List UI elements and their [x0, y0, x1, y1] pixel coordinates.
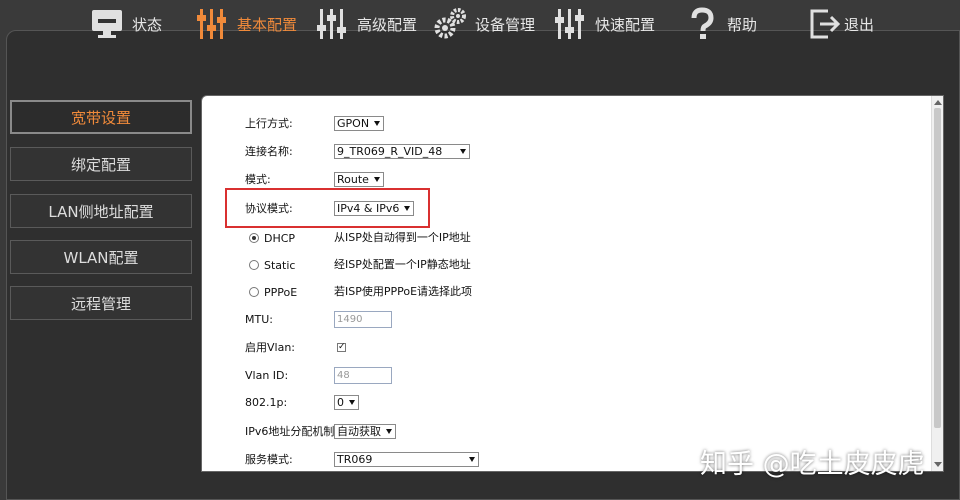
dropdown-arrow-icon: [349, 400, 355, 405]
sidebar-item-broadband[interactable]: 宽带设置: [10, 100, 192, 134]
exit-icon: [810, 9, 841, 39]
sidebar-item-wlan[interactable]: WLAN配置: [10, 240, 192, 274]
static-label: Static: [264, 258, 296, 272]
nav-quick-label: 快速配置: [595, 15, 656, 34]
vlan-id-label: Vlan ID:: [245, 369, 289, 382]
radio-icon: [249, 287, 259, 297]
sidebar-item-remote[interactable]: 远程管理: [10, 286, 192, 320]
sliders-icon: [555, 9, 584, 39]
nav-logout-label: 退出: [844, 15, 875, 34]
service-value: TR069: [337, 453, 373, 466]
sidebar-item-lan[interactable]: LAN侧地址配置: [10, 194, 192, 228]
nav-advanced-label: 高级配置: [357, 15, 418, 34]
sidebar-item-label: 绑定配置: [70, 155, 131, 174]
p8021-label: 802.1p:: [245, 396, 288, 409]
conn-label: 连接名称:: [245, 145, 293, 158]
static-radio[interactable]: Static: [249, 258, 295, 272]
ipv6-alloc-label: IPv6地址分配机制:: [245, 425, 339, 438]
ipv6-alloc-select[interactable]: 自动获取: [334, 424, 396, 439]
gears-icon: [434, 8, 466, 39]
sliders-icon: [197, 9, 226, 39]
sidebar-item-label: LAN侧地址配置: [48, 202, 154, 221]
dropdown-arrow-icon: [460, 149, 466, 154]
mtu-input[interactable]: 1490: [334, 311, 392, 328]
pppoe-radio[interactable]: PPPoE: [249, 285, 297, 299]
conn-select[interactable]: 9_TR069_R_VID_48: [334, 144, 470, 159]
uplink-select[interactable]: GPON: [334, 116, 385, 131]
mode-value: Route: [337, 173, 369, 186]
nav-basic[interactable]: 基本配置: [195, 6, 297, 42]
sidebar-item-binding[interactable]: 绑定配置: [10, 147, 192, 181]
highlight-box: [225, 188, 430, 228]
service-label: 服务模式:: [245, 453, 293, 466]
p8021-value: 0: [337, 396, 344, 409]
mtu-label: MTU:: [245, 313, 273, 326]
conn-value: 9_TR069_R_VID_48: [337, 145, 443, 158]
nav-help-label: 帮助: [727, 15, 758, 34]
nav-basic-label: 基本配置: [237, 15, 298, 34]
vlan-id-input[interactable]: 48: [334, 367, 392, 384]
nav-device[interactable]: 设备管理: [433, 6, 535, 42]
nav-help[interactable]: 帮助: [685, 6, 757, 42]
radio-selected-icon: [249, 233, 259, 243]
static-desc: 经ISP处配置一个IP静态地址: [334, 258, 471, 271]
scroll-up-icon[interactable]: [934, 100, 942, 105]
sidebar-item-label: 宽带设置: [70, 108, 131, 127]
uplink-label: 上行方式:: [245, 117, 293, 130]
nav-advanced[interactable]: 高级配置: [315, 6, 417, 42]
p8021-select[interactable]: 0: [334, 395, 359, 410]
nav-status-label: 状态: [132, 15, 163, 34]
sidebar-item-label: WLAN配置: [63, 248, 139, 267]
content-panel: 上行方式: GPON 连接名称: 9_TR069_R_VID_48 模式: Ro…: [201, 95, 944, 472]
vlan-enable-checkbox[interactable]: ✓: [337, 343, 346, 352]
mode-select[interactable]: Route: [334, 172, 384, 187]
service-select[interactable]: TR069: [334, 452, 479, 467]
dropdown-arrow-icon: [373, 177, 380, 182]
dhcp-radio[interactable]: DHCP: [249, 231, 295, 245]
dropdown-arrow-icon: [374, 121, 381, 126]
vertical-scrollbar[interactable]: [931, 96, 943, 471]
nav-device-label: 设备管理: [475, 15, 536, 34]
pppoe-desc: 若ISP使用PPPoE请选择此项: [334, 285, 473, 298]
nav-status[interactable]: 状态: [90, 6, 162, 42]
sliders-icon: [317, 9, 346, 39]
sidebar-item-label: 远程管理: [70, 294, 131, 313]
uplink-value: GPON: [337, 117, 370, 130]
pppoe-label: PPPoE: [264, 285, 298, 299]
dhcp-desc: 从ISP处自动得到一个IP地址: [334, 231, 471, 244]
dropdown-arrow-icon: [386, 429, 392, 434]
radio-icon: [249, 260, 259, 270]
dropdown-arrow-icon: [469, 457, 475, 462]
vlan-enable-label: 启用Vlan:: [245, 341, 295, 354]
question-icon: [691, 7, 714, 39]
scroll-thumb[interactable]: [934, 108, 941, 428]
ipv6-alloc-value: 自动获取: [337, 425, 381, 438]
nav-quick[interactable]: 快速配置: [553, 6, 655, 42]
mode-label: 模式:: [245, 173, 271, 186]
scroll-down-icon[interactable]: [934, 462, 942, 467]
watermark: 知乎 @吃土皮皮虎: [700, 449, 925, 480]
nav-logout[interactable]: 退出: [808, 6, 874, 42]
monitor-icon: [92, 10, 122, 38]
dhcp-label: DHCP: [264, 231, 296, 245]
